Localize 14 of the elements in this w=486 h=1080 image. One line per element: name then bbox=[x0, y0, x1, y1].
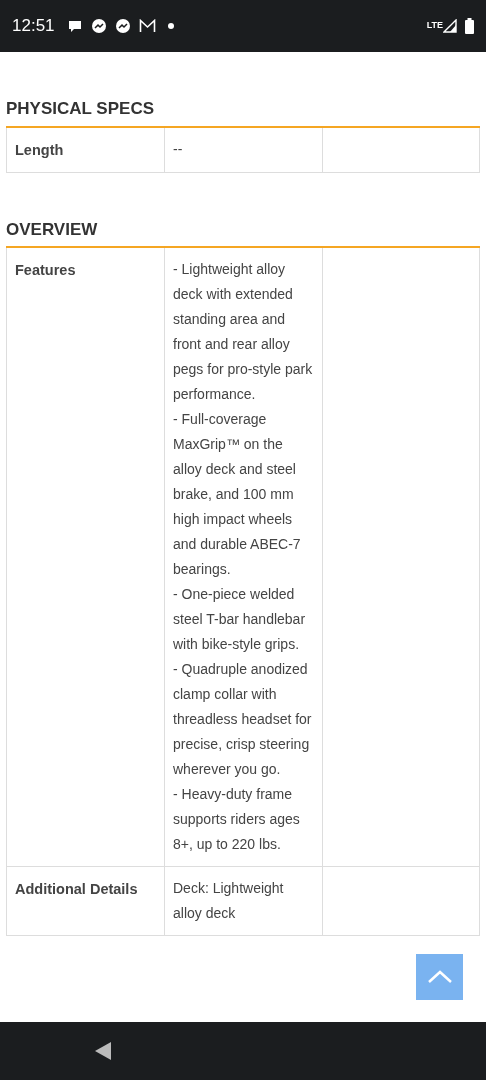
spec-value: - Lightweight alloy deck with extended standing area and front and rear alloy pegs for pro-style park performance. bbox=[173, 260, 314, 404]
spec-value: - Heavy-duty frame supports riders ages 8+, up to 220 lbs. bbox=[173, 785, 301, 854]
spec-label: Length bbox=[15, 141, 64, 158]
spec-label: Features bbox=[15, 262, 76, 278]
section-heading: OVERVIEW bbox=[6, 218, 99, 241]
section-heading: PHYSICAL SPECS bbox=[6, 98, 155, 120]
spec-value: - Quadruple anodized clamp collar with threadless headset for precise, crisp steering wherever you go. bbox=[173, 660, 313, 779]
network-label: LTE bbox=[426, 19, 443, 32]
spec-value: - One-piece welded steel T-bar handlebar with bike-style grips. bbox=[173, 585, 307, 654]
spec-value: - Full-coverage MaxGrip™ on the alloy deck and steel brake, and 100 mm high impact wheels and durable ABEC-7 bearings. bbox=[173, 410, 302, 579]
clock: 12:51 bbox=[12, 15, 55, 38]
spec-label: Additional Details bbox=[15, 881, 138, 897]
spec-value: Deck: Lightweight alloy deck bbox=[173, 879, 285, 923]
spec-value: -- bbox=[173, 139, 184, 159]
